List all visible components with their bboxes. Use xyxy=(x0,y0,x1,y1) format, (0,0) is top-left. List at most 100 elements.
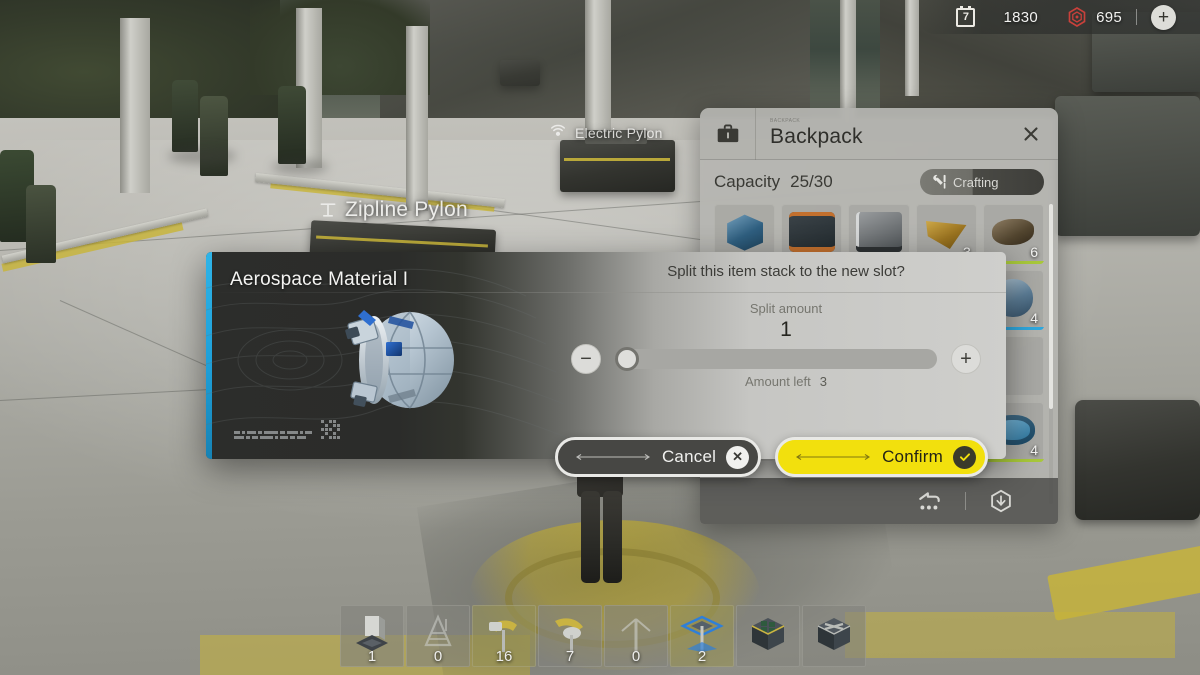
electric-pylon-icon xyxy=(551,124,565,136)
hud-add-button[interactable]: + xyxy=(1151,4,1176,30)
item-card: Aerospace Material I xyxy=(206,252,566,459)
machine-band xyxy=(564,158,670,161)
footer-divider xyxy=(965,492,966,510)
crafting-label: Crafting xyxy=(953,174,999,190)
calendar-icon: 7 xyxy=(956,5,976,27)
npc-shadow xyxy=(272,160,328,174)
confirm-label: Confirm xyxy=(882,447,943,466)
check-icon xyxy=(959,453,970,461)
npc xyxy=(172,80,198,152)
capacity-value: 25/30 xyxy=(790,172,833,191)
support-pillar xyxy=(406,26,428,211)
split-controls: Split this item stack to the new slot? S… xyxy=(554,252,1006,477)
qr-code xyxy=(321,420,340,439)
briefcase-icon xyxy=(717,124,738,142)
hotbar-slot[interactable]: 2 xyxy=(670,605,734,667)
item-name: Aerospace Material I xyxy=(230,269,409,290)
hotbar-slot[interactable]: 0 xyxy=(604,605,668,667)
hud-day-group: 7 xyxy=(942,5,989,27)
backpack-title-wrap: BACKPACK Backpack xyxy=(756,118,1018,149)
item-art xyxy=(788,212,835,253)
decrement-button[interactable]: − xyxy=(571,344,601,374)
hud-currency-group: 1830 xyxy=(989,9,1052,26)
support-pillar xyxy=(905,0,919,96)
slider-knob[interactable] xyxy=(615,347,639,371)
scrollbar-thumb[interactable] xyxy=(1049,204,1053,409)
hotbar-slot[interactable]: 7 xyxy=(538,605,602,667)
world-marker-zipline-pylon[interactable]: Zipline Pylon xyxy=(318,198,468,222)
amount-left-value: 3 xyxy=(819,374,827,389)
split-stack-dialog: Aerospace Material I Split this item sta… xyxy=(206,252,1006,477)
item-art-storage-crate-b xyxy=(817,617,851,650)
hotbar-count: 1 xyxy=(367,648,377,665)
backpack-footer xyxy=(700,478,1058,524)
close-button[interactable] xyxy=(1018,121,1044,147)
player-leg-right xyxy=(603,491,622,583)
container xyxy=(1055,96,1200,236)
hotbar-slot[interactable] xyxy=(736,605,800,667)
item-art-storage-crate-a xyxy=(751,617,785,650)
split-slider-row: − + xyxy=(571,344,981,374)
support-pillar xyxy=(120,18,150,193)
hotbar-count: 7 xyxy=(565,648,575,665)
cancel-button[interactable]: Cancel ✕ xyxy=(554,437,762,477)
hotbar-count: 2 xyxy=(697,648,707,665)
increment-button[interactable]: + xyxy=(951,344,981,374)
item-art xyxy=(855,212,902,253)
hotbar-count: 16 xyxy=(495,648,513,665)
backpack-icon-box xyxy=(700,108,756,160)
hud-currency-value: 1830 xyxy=(1003,8,1039,26)
world-marker-electric-pylon[interactable]: Electric Pylon xyxy=(548,123,663,143)
hex-resource-icon xyxy=(1068,7,1086,27)
split-slider[interactable] xyxy=(615,347,937,371)
world-marker-label: Electric Pylon xyxy=(575,125,663,141)
dialog-buttons: Cancel ✕ Confirm xyxy=(554,437,988,477)
npc xyxy=(278,86,306,164)
game-screen: Zipline Pylon Electric Pylon 7 1830 695 … xyxy=(0,0,1200,675)
barcode-row xyxy=(234,431,312,434)
player-leg-left xyxy=(581,491,600,583)
hotbar-slot[interactable]: 1 xyxy=(340,605,404,667)
hotbar-slot[interactable] xyxy=(802,605,866,667)
cancel-label: Cancel xyxy=(661,447,717,466)
item-art xyxy=(727,214,763,251)
confirm-button[interactable]: Confirm xyxy=(775,437,988,477)
capacity-label: Capacity xyxy=(714,172,781,191)
crafting-toggle[interactable]: Crafting xyxy=(920,169,1044,195)
split-amount-label: Split amount xyxy=(749,301,823,316)
npc-shadow xyxy=(168,148,236,164)
dialog-question: Split this item stack to the new slot? xyxy=(667,263,905,280)
hud-top-bar: 7 1830 695 + xyxy=(920,0,1200,34)
barcode-lines xyxy=(234,431,312,439)
hotbar-count: 0 xyxy=(433,648,443,665)
cancel-x-icon: ✕ xyxy=(726,445,750,469)
item-count: 6 xyxy=(1030,244,1038,260)
backpack-scrollbar[interactable] xyxy=(1049,204,1053,504)
prop xyxy=(500,60,540,86)
arrow-line-icon xyxy=(796,453,871,461)
backpack-title: Backpack xyxy=(770,125,863,148)
barcode-row xyxy=(234,436,312,439)
machine xyxy=(1075,400,1200,520)
sort-icon[interactable] xyxy=(917,488,943,514)
deposit-box-icon[interactable] xyxy=(988,488,1014,514)
backpack-header: BACKPACK Backpack xyxy=(700,108,1058,160)
rarity-bar xyxy=(982,459,1044,462)
wrench-screwdriver-icon xyxy=(933,174,946,189)
amount-left-label: Amount left xyxy=(745,374,811,389)
capacity-row: Capacity 25/30 Crafting xyxy=(700,160,1058,204)
hotbar-count: 0 xyxy=(631,648,641,665)
item-art xyxy=(992,219,1035,246)
hud-resource-value: 695 xyxy=(1096,8,1122,26)
foliage-mid xyxy=(250,0,430,95)
hotbar-slot[interactable]: 16 xyxy=(472,605,536,667)
hud-resource-group: 695 + xyxy=(1052,4,1190,30)
split-amount-value: 1 xyxy=(780,318,792,341)
backpack-subtitle: BACKPACK xyxy=(770,118,801,124)
close-icon xyxy=(1024,126,1038,141)
world-marker-label: Zipline Pylon xyxy=(345,198,468,221)
npc xyxy=(200,96,228,176)
hotbar: 1 0 16 7 0 2 xyxy=(340,605,866,667)
hud-divider xyxy=(1136,9,1137,25)
hotbar-slot[interactable]: 0 xyxy=(406,605,470,667)
